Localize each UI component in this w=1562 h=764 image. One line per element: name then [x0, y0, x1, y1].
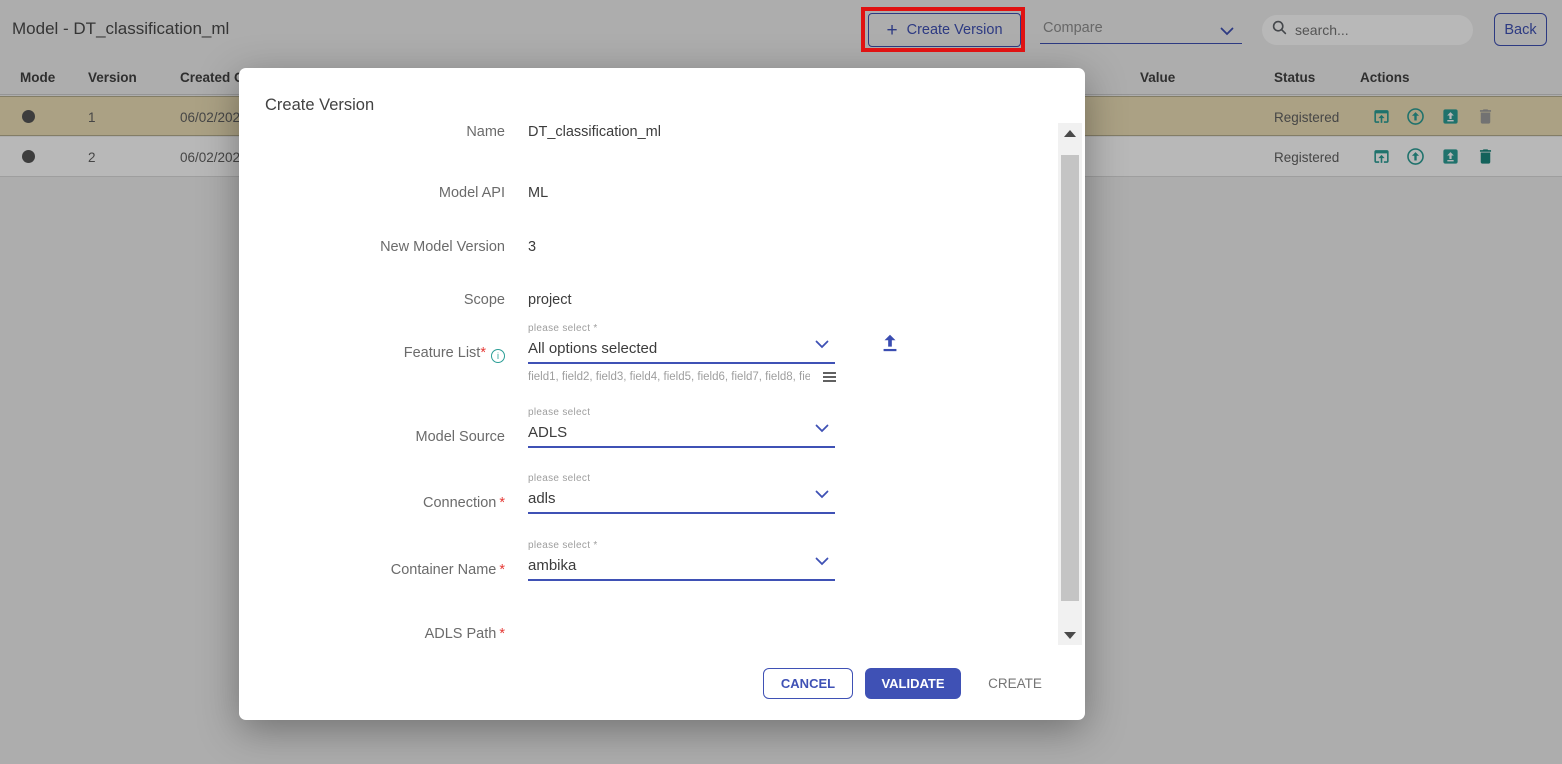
- required-asterisk: *: [499, 626, 505, 642]
- model-source-float-label: please select: [528, 407, 590, 418]
- modal-scrollbar[interactable]: [1058, 123, 1082, 645]
- scope-value: project: [528, 292, 572, 308]
- new-model-version-value: 3: [528, 239, 536, 255]
- model-source-label: Model Source: [239, 429, 505, 445]
- name-value: DT_classification_ml: [528, 124, 661, 140]
- container-name-float-label: please select *: [528, 540, 598, 551]
- container-name-value: ambika: [528, 557, 576, 574]
- required-asterisk: *: [480, 345, 486, 361]
- chevron-down-icon: [815, 336, 829, 354]
- container-name-label: Container Name*: [239, 562, 505, 578]
- model-api-label: Model API: [239, 185, 505, 201]
- required-asterisk: *: [499, 562, 505, 578]
- create-version-dialog: Create Version Name DT_classification_ml…: [239, 68, 1085, 720]
- chevron-down-icon: [815, 553, 829, 571]
- feature-list-helper-text: field1, field2, field3, field4, field5, …: [528, 371, 810, 383]
- feature-list-value: All options selected: [528, 340, 657, 357]
- list-menu-icon[interactable]: [823, 372, 836, 383]
- container-name-select[interactable]: please select * ambika: [528, 540, 835, 581]
- upload-icon[interactable]: [879, 332, 901, 354]
- model-source-value: ADLS: [528, 424, 567, 441]
- feature-list-float-label: please select *: [528, 323, 598, 334]
- feature-list-select[interactable]: please select * All options selected: [528, 323, 835, 364]
- connection-label: Connection*: [239, 495, 505, 511]
- create-button[interactable]: CREATE: [975, 668, 1055, 699]
- chevron-down-icon: [815, 486, 829, 504]
- name-label: Name: [239, 124, 505, 140]
- scrollbar-thumb[interactable]: [1061, 155, 1079, 601]
- dialog-title: Create Version: [265, 96, 374, 115]
- scroll-up-icon[interactable]: [1058, 123, 1082, 143]
- new-model-version-label: New Model Version: [239, 239, 505, 255]
- scope-label: Scope: [239, 292, 505, 308]
- validate-button[interactable]: VALIDATE: [865, 668, 961, 699]
- feature-list-label: Feature List*: [239, 345, 505, 363]
- info-icon[interactable]: [491, 349, 505, 363]
- connection-value: adls: [528, 490, 556, 507]
- required-asterisk: *: [499, 495, 505, 511]
- adls-path-label: ADLS Path*: [239, 626, 505, 642]
- model-api-value: ML: [528, 185, 548, 201]
- connection-float-label: please select: [528, 473, 590, 484]
- connection-select[interactable]: please select adls: [528, 473, 835, 514]
- cancel-button[interactable]: CANCEL: [763, 668, 853, 699]
- scroll-down-icon[interactable]: [1058, 625, 1082, 645]
- chevron-down-icon: [815, 420, 829, 438]
- model-source-select[interactable]: please select ADLS: [528, 407, 835, 448]
